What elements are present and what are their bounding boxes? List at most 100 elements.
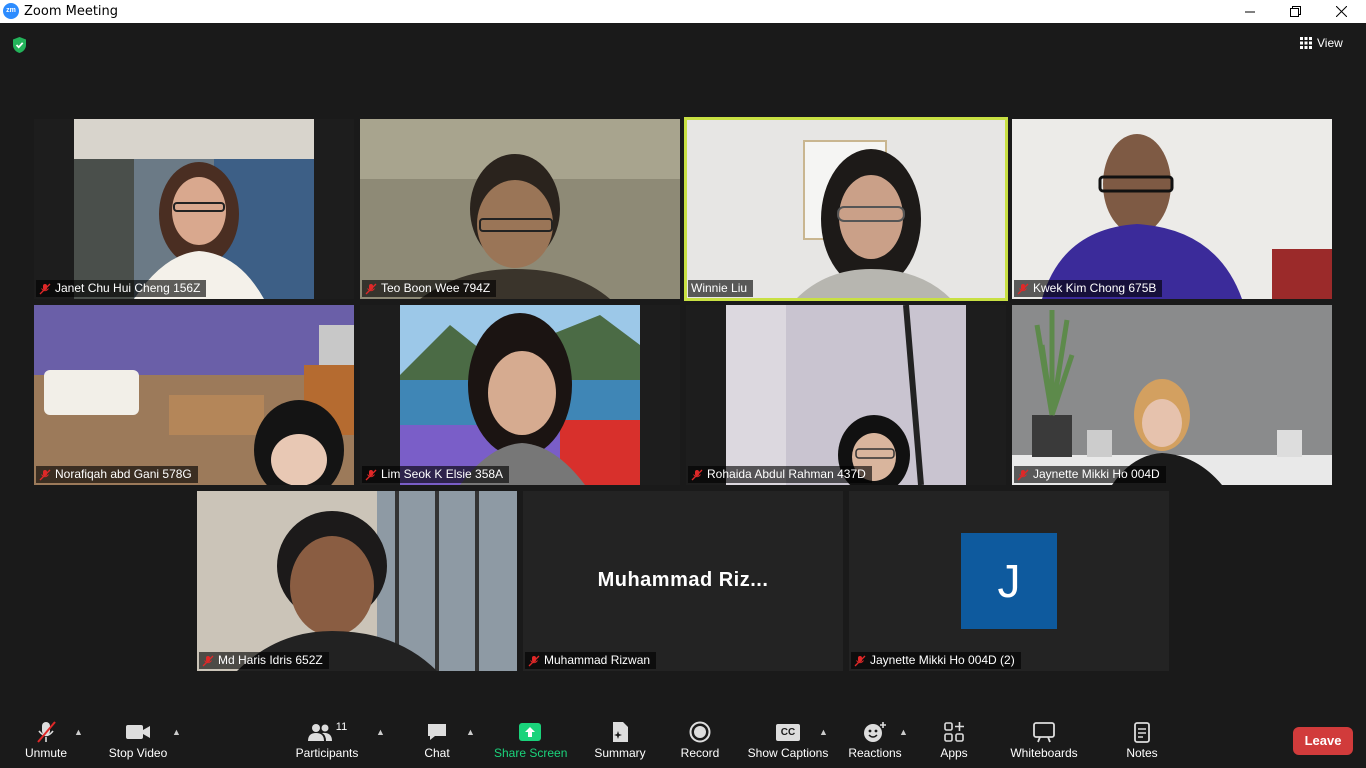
share-screen-label: Share Screen: [494, 746, 568, 760]
video-options-chevron-icon[interactable]: ▲: [172, 727, 181, 737]
whiteboard-icon: [1033, 722, 1055, 743]
video-tile-lim[interactable]: Lim Seok K Elsie 358A: [360, 305, 680, 485]
restore-button[interactable]: [1272, 0, 1318, 23]
stop-video-label: Stop Video: [108, 746, 168, 760]
video-tile-kwek[interactable]: Kwek Kim Chong 675B: [1012, 119, 1332, 299]
video-tile-winnie-active-speaker[interactable]: Winnie Liu: [684, 117, 1008, 301]
share-screen-icon: [519, 723, 541, 741]
mic-muted-icon: [39, 469, 51, 480]
stop-video-button[interactable]: Stop Video: [105, 719, 171, 767]
whiteboards-button[interactable]: Whiteboards: [1006, 719, 1082, 767]
participant-name-tag: Teo Boon Wee 794Z: [362, 280, 497, 297]
reactions-button[interactable]: Reactions: [846, 719, 904, 767]
meeting-toolbar: Unmute ▲ Stop Video ▲ 11 Participants ▲ …: [0, 713, 1366, 768]
participant-name-tag: Md Haris Idris 652Z: [199, 652, 329, 669]
show-captions-label: Show Captions: [747, 746, 829, 760]
chat-options-chevron-icon[interactable]: ▲: [466, 727, 475, 737]
apps-icon: [944, 722, 964, 742]
notes-icon: [1134, 722, 1150, 743]
participant-name: Muhammad Rizwan: [544, 653, 651, 667]
participant-video: [400, 305, 640, 485]
view-label: View: [1317, 36, 1343, 50]
participant-video: [686, 119, 1006, 299]
participant-name-tag: Kwek Kim Chong 675B: [1014, 280, 1163, 297]
participant-name-tag: Norafiqah abd Gani 578G: [36, 466, 198, 483]
mic-muted-icon: [528, 655, 540, 666]
participant-video: [1012, 305, 1332, 485]
grid-icon: [1300, 37, 1312, 49]
participants-label: Participants: [295, 746, 359, 760]
participant-name: Md Haris Idris 652Z: [218, 653, 323, 667]
zoom-app-icon: zm: [3, 3, 19, 19]
show-captions-button[interactable]: CC Show Captions: [746, 719, 830, 767]
video-tile-rohaida[interactable]: Rohaida Abdul Rahman 437D: [686, 305, 1006, 485]
video-tile-muhammad-rizwan[interactable]: Muhammad Riz... Muhammad Rizwan: [523, 491, 843, 671]
notes-button[interactable]: Notes: [1122, 719, 1162, 767]
unmute-button[interactable]: Unmute: [20, 719, 72, 767]
participant-video: [726, 305, 966, 485]
notes-label: Notes: [1126, 746, 1158, 760]
participant-name: Teo Boon Wee 794Z: [381, 281, 491, 295]
unmute-label: Unmute: [24, 746, 68, 760]
participant-name-tag: Rohaida Abdul Rahman 437D: [688, 466, 872, 483]
participant-name: Norafiqah abd Gani 578G: [55, 467, 192, 481]
participants-options-chevron-icon[interactable]: ▲: [376, 727, 385, 737]
mic-muted-icon: [365, 469, 377, 480]
captions-options-chevron-icon[interactable]: ▲: [819, 727, 828, 737]
record-label: Record: [680, 746, 720, 760]
participant-name-tag: Jaynette Mikki Ho 004D: [1014, 466, 1166, 483]
chat-icon: [428, 724, 446, 740]
video-tile-md-haris[interactable]: Md Haris Idris 652Z: [197, 491, 517, 671]
participant-video: [74, 119, 314, 299]
encryption-shield-icon[interactable]: [11, 36, 28, 59]
video-tile-teo[interactable]: Teo Boon Wee 794Z: [360, 119, 680, 299]
apps-button[interactable]: Apps: [936, 719, 972, 767]
mic-muted-icon: [202, 655, 214, 666]
video-tile-norafiqah[interactable]: Norafiqah abd Gani 578G: [34, 305, 354, 485]
mic-muted-icon: [1017, 469, 1029, 480]
mic-muted-icon: [1017, 283, 1029, 294]
audio-options-chevron-icon[interactable]: ▲: [74, 727, 83, 737]
whiteboards-label: Whiteboards: [1010, 746, 1078, 760]
mic-muted-icon: [691, 469, 703, 480]
summary-button[interactable]: Summary: [590, 719, 650, 767]
reactions-options-chevron-icon[interactable]: ▲: [899, 727, 908, 737]
participants-icon: [307, 724, 332, 741]
participant-name: Jaynette Mikki Ho 004D (2): [870, 653, 1015, 667]
window-title: Zoom Meeting: [24, 4, 119, 19]
video-tile-jaynette[interactable]: Jaynette Mikki Ho 004D: [1012, 305, 1332, 485]
reactions-smiley-icon: [864, 722, 886, 742]
participant-name: Winnie Liu: [691, 281, 748, 295]
participant-name: Jaynette Mikki Ho 004D: [1033, 467, 1160, 481]
chat-button[interactable]: Chat: [417, 719, 457, 767]
participant-name-tag: Lim Seok K Elsie 358A: [362, 466, 510, 483]
participant-name: Rohaida Abdul Rahman 437D: [707, 467, 866, 481]
minimize-button[interactable]: [1227, 0, 1273, 23]
participant-display-name: Muhammad Riz...: [597, 569, 769, 591]
participant-name-tag: Winnie Liu: [688, 280, 754, 297]
chat-label: Chat: [424, 746, 450, 760]
participant-name-tag: Jaynette Mikki Ho 004D (2): [851, 652, 1021, 669]
leave-button[interactable]: Leave: [1293, 727, 1353, 755]
closed-captions-icon: CC: [776, 723, 800, 741]
participants-button[interactable]: 11 Participants: [292, 719, 362, 767]
participants-count: 11: [335, 721, 348, 733]
participant-name-tag: Janet Chu Hui Cheng 156Z: [36, 280, 207, 297]
record-icon: [689, 721, 711, 743]
participant-video: [197, 491, 517, 671]
participant-name: Lim Seok K Elsie 358A: [381, 467, 504, 481]
share-screen-button[interactable]: Share Screen: [494, 719, 568, 767]
participant-name: Kwek Kim Chong 675B: [1033, 281, 1157, 295]
video-tile-janet[interactable]: Janet Chu Hui Cheng 156Z: [34, 119, 354, 299]
record-button[interactable]: Record: [678, 719, 722, 767]
video-tile-jaynette-2[interactable]: J Jaynette Mikki Ho 004D (2): [849, 491, 1169, 671]
participant-video: [34, 305, 354, 485]
mic-muted-icon: [39, 283, 51, 294]
view-button[interactable]: View: [1300, 33, 1360, 53]
participant-video: [360, 119, 680, 299]
apps-label: Apps: [940, 746, 968, 760]
mic-muted-icon: [854, 655, 866, 666]
summary-icon: [613, 722, 628, 742]
participant-name-tag: Muhammad Rizwan: [525, 652, 657, 669]
close-button[interactable]: [1318, 0, 1364, 23]
